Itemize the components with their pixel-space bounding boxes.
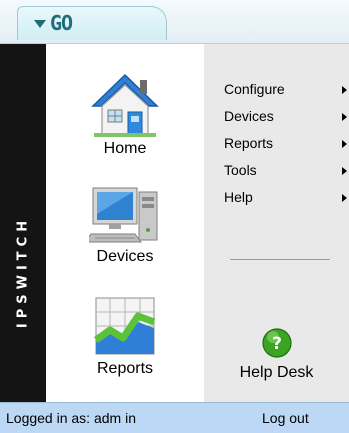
brand-strip: IPSWITCH (0, 44, 46, 402)
menu-label-tools: Tools (224, 162, 257, 178)
chevron-down-icon (34, 20, 46, 28)
nav-item-reports[interactable]: Reports (46, 294, 204, 378)
nav-label-home: Home (103, 140, 147, 157)
menu-item-reports[interactable]: Reports (224, 135, 349, 155)
menu-item-configure[interactable]: Configure (224, 81, 349, 101)
caret-right-icon (342, 167, 347, 175)
nav-panel: Home Devices Reports (46, 44, 204, 402)
logout-link[interactable]: Log out (262, 410, 309, 426)
menu-label-devices: Devices (224, 108, 274, 124)
brand-logo: IPSWITCH (15, 215, 31, 329)
menu-label-reports: Reports (224, 135, 274, 151)
menu-panel: Configure Devices Reports Tools Help ? H… (204, 44, 349, 402)
nav-item-devices[interactable]: Devices (46, 184, 204, 266)
help-icon: ? (261, 328, 292, 358)
menu-label-help: Help (224, 189, 253, 205)
status-bar: Logged in as: adm in Log out (0, 402, 349, 433)
svg-text:?: ? (272, 334, 282, 354)
menu-item-devices[interactable]: Devices (224, 108, 349, 128)
caret-right-icon (342, 113, 347, 121)
caret-right-icon (342, 194, 347, 202)
caret-right-icon (342, 86, 347, 94)
help-desk-button[interactable]: ? Help Desk (204, 328, 349, 382)
menu-divider (230, 259, 330, 260)
menu-label-configure: Configure (224, 81, 285, 97)
chart-icon (93, 297, 156, 355)
nav-label-reports: Reports (96, 360, 154, 377)
go-label: GO (50, 11, 73, 35)
nav-label-devices: Devices (96, 248, 154, 265)
help-desk-label: Help Desk (239, 364, 314, 381)
menu-item-help[interactable]: Help (224, 189, 349, 209)
top-bar: GO (0, 0, 349, 44)
computer-icon (89, 187, 158, 243)
go-menu-button[interactable]: GO (17, 6, 167, 40)
home-icon (91, 73, 159, 137)
nav-item-home[interactable]: Home (46, 72, 204, 158)
menu-item-tools[interactable]: Tools (224, 162, 349, 182)
caret-right-icon (342, 140, 347, 148)
logged-in-status: Logged in as: adm in (6, 410, 136, 426)
